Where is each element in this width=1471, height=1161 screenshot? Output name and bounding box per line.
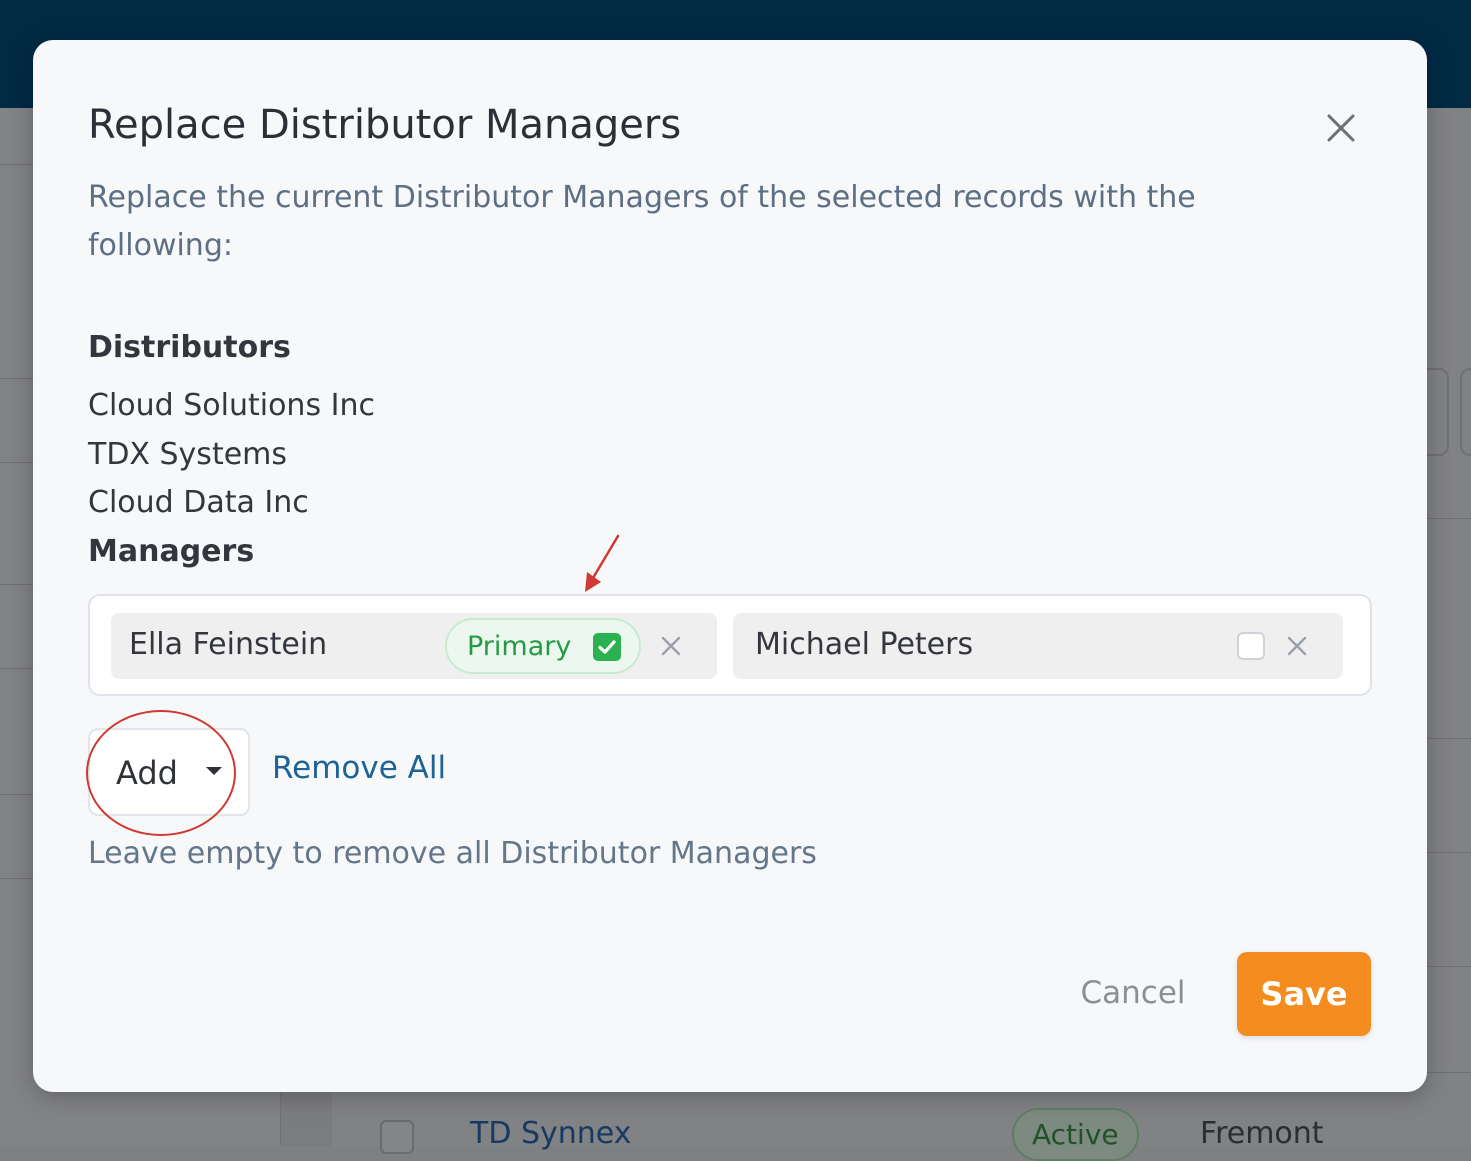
close-icon bbox=[1327, 114, 1355, 142]
primary-checkbox[interactable] bbox=[1237, 632, 1265, 660]
distributors-label: Distributors bbox=[88, 330, 291, 365]
table-row-divider bbox=[1420, 738, 1471, 739]
table-row-divider bbox=[1420, 518, 1471, 519]
dialog-title: Replace Distributor Managers bbox=[88, 102, 682, 148]
distributor-item: Cloud Data Inc bbox=[88, 485, 309, 520]
manager-chip: Michael Peters bbox=[733, 613, 1343, 679]
table-row-divider bbox=[1420, 852, 1471, 853]
row-checkbox[interactable] bbox=[380, 1120, 414, 1154]
annotation-circle bbox=[86, 710, 236, 836]
check-icon bbox=[593, 633, 621, 661]
remove-manager-button[interactable] bbox=[657, 632, 685, 660]
cancel-button[interactable]: Cancel bbox=[1068, 952, 1198, 1034]
primary-label: Primary bbox=[467, 631, 572, 662]
replace-managers-dialog: Replace Distributor Managers Replace the… bbox=[33, 40, 1427, 1092]
close-button[interactable] bbox=[1323, 110, 1359, 146]
remove-manager-button[interactable] bbox=[1283, 632, 1311, 660]
manager-chip: Ella Feinstein Primary bbox=[111, 613, 717, 679]
background-button bbox=[1460, 368, 1471, 456]
managers-field[interactable]: Ella Feinstein Primary Michael Peters bbox=[88, 594, 1372, 696]
distributor-item: TDX Systems bbox=[88, 437, 288, 472]
table-row-divider bbox=[1420, 966, 1471, 967]
remove-icon bbox=[661, 636, 681, 656]
table-row-divider bbox=[1420, 1072, 1471, 1073]
helper-text: Leave empty to remove all Distributor Ma… bbox=[88, 836, 817, 871]
manager-name: Ella Feinstein bbox=[129, 627, 328, 662]
remove-icon bbox=[1287, 636, 1307, 656]
save-button[interactable]: Save bbox=[1237, 952, 1371, 1036]
row-status-badge: Active bbox=[1012, 1108, 1139, 1161]
annotation-arrow-icon bbox=[585, 534, 620, 592]
managers-label: Managers bbox=[88, 534, 255, 569]
manager-name: Michael Peters bbox=[755, 627, 974, 662]
remove-all-link[interactable]: Remove All bbox=[272, 750, 446, 786]
distributor-item: Cloud Solutions Inc bbox=[88, 388, 375, 423]
primary-toggle[interactable]: Primary bbox=[445, 618, 641, 674]
dialog-description: Replace the current Distributor Managers… bbox=[88, 180, 1196, 263]
